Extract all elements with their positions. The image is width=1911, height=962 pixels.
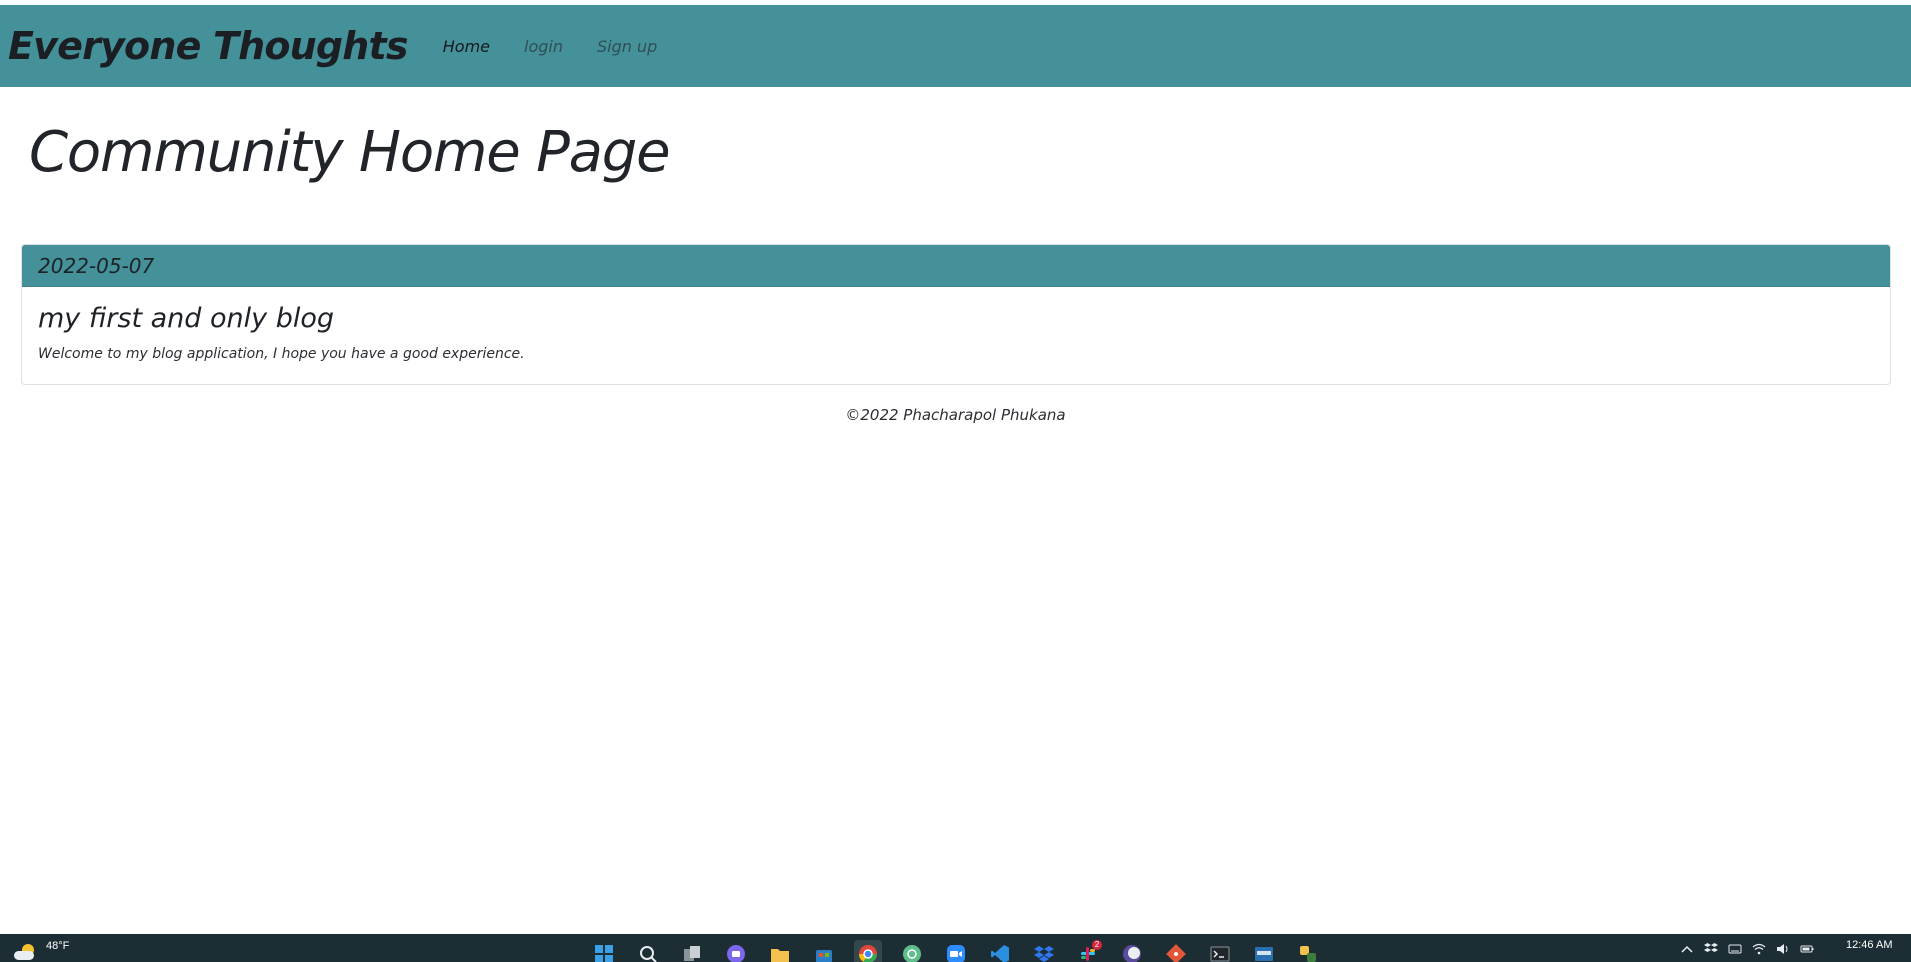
git-button[interactable] xyxy=(1162,940,1190,962)
windows-start-button[interactable] xyxy=(590,940,618,962)
dropbox-icon xyxy=(1034,946,1054,962)
chatgpt-button[interactable] xyxy=(898,940,926,962)
post-body: Welcome to my blog application, I hope y… xyxy=(38,346,525,362)
eclipse-button[interactable] xyxy=(1118,940,1146,962)
page-title: Community Home Page xyxy=(29,120,671,185)
taskbar: 48°F 2 12:46 AM xyxy=(0,934,1911,962)
python-idle-icon xyxy=(1300,946,1316,962)
blog-post-card: 2022-05-07 my first and only blog Welcom… xyxy=(21,244,1891,385)
terminal-icon xyxy=(1210,946,1230,962)
weather-temperature: 48°F xyxy=(46,940,70,952)
footer-copyright: ©2022 Phacharapol Phukana xyxy=(845,406,1066,424)
vscode-button[interactable] xyxy=(986,940,1014,962)
dropbox-button[interactable] xyxy=(1030,940,1058,962)
file-explorer-button[interactable] xyxy=(766,940,794,962)
battery-icon[interactable] xyxy=(1800,942,1814,956)
slack-notification-badge: 2 xyxy=(1092,940,1102,950)
nav-link-login[interactable]: login xyxy=(524,37,563,56)
git-icon xyxy=(1166,944,1186,962)
weather-widget[interactable]: 48°F xyxy=(12,940,70,960)
file-explorer-icon xyxy=(771,949,789,962)
nav-link-signup[interactable]: Sign up xyxy=(597,37,657,56)
navbar: Everyone Thoughts Home login Sign up xyxy=(0,5,1911,87)
slack-button[interactable]: 2 xyxy=(1074,940,1102,962)
zoom-icon xyxy=(947,945,965,962)
chrome-button[interactable] xyxy=(854,940,882,962)
partly-cloudy-icon xyxy=(12,942,36,960)
task-view-button[interactable] xyxy=(678,940,706,962)
mysql-workbench-icon xyxy=(1255,947,1273,961)
nav-link-home[interactable]: Home xyxy=(443,37,490,56)
taskbar-clock[interactable]: 12:46 AM xyxy=(1846,939,1892,951)
microsoft-store-button[interactable] xyxy=(810,940,838,962)
chrome-icon xyxy=(859,945,877,962)
python-idle-button[interactable] xyxy=(1294,940,1322,962)
post-date: 2022-05-07 xyxy=(22,245,1890,287)
terminal-button[interactable] xyxy=(1206,940,1234,962)
dropbox-tray-icon[interactable] xyxy=(1704,942,1718,956)
search-icon xyxy=(640,946,657,962)
post-title: my first and only blog xyxy=(38,303,335,334)
chevron-up-icon[interactable] xyxy=(1680,942,1694,956)
task-view-icon xyxy=(684,946,700,961)
system-tray xyxy=(1680,942,1814,956)
brand-logo[interactable]: Everyone Thoughts xyxy=(8,24,409,68)
wifi-icon[interactable] xyxy=(1752,942,1766,956)
taskbar-apps: 2 xyxy=(590,940,1322,962)
speaker-icon[interactable] xyxy=(1776,942,1790,956)
eclipse-icon xyxy=(1123,945,1141,962)
teams-chat-icon xyxy=(727,945,745,962)
teams-chat-button[interactable] xyxy=(722,940,750,962)
zoom-button[interactable] xyxy=(942,940,970,962)
windows-start-icon xyxy=(595,945,613,962)
chatgpt-icon xyxy=(903,945,921,962)
vscode-icon xyxy=(991,945,1009,962)
microsoft-store-icon xyxy=(816,950,832,962)
search-button[interactable] xyxy=(634,940,662,962)
mysql-workbench-button[interactable] xyxy=(1250,940,1278,962)
keyboard-icon[interactable] xyxy=(1728,942,1742,956)
